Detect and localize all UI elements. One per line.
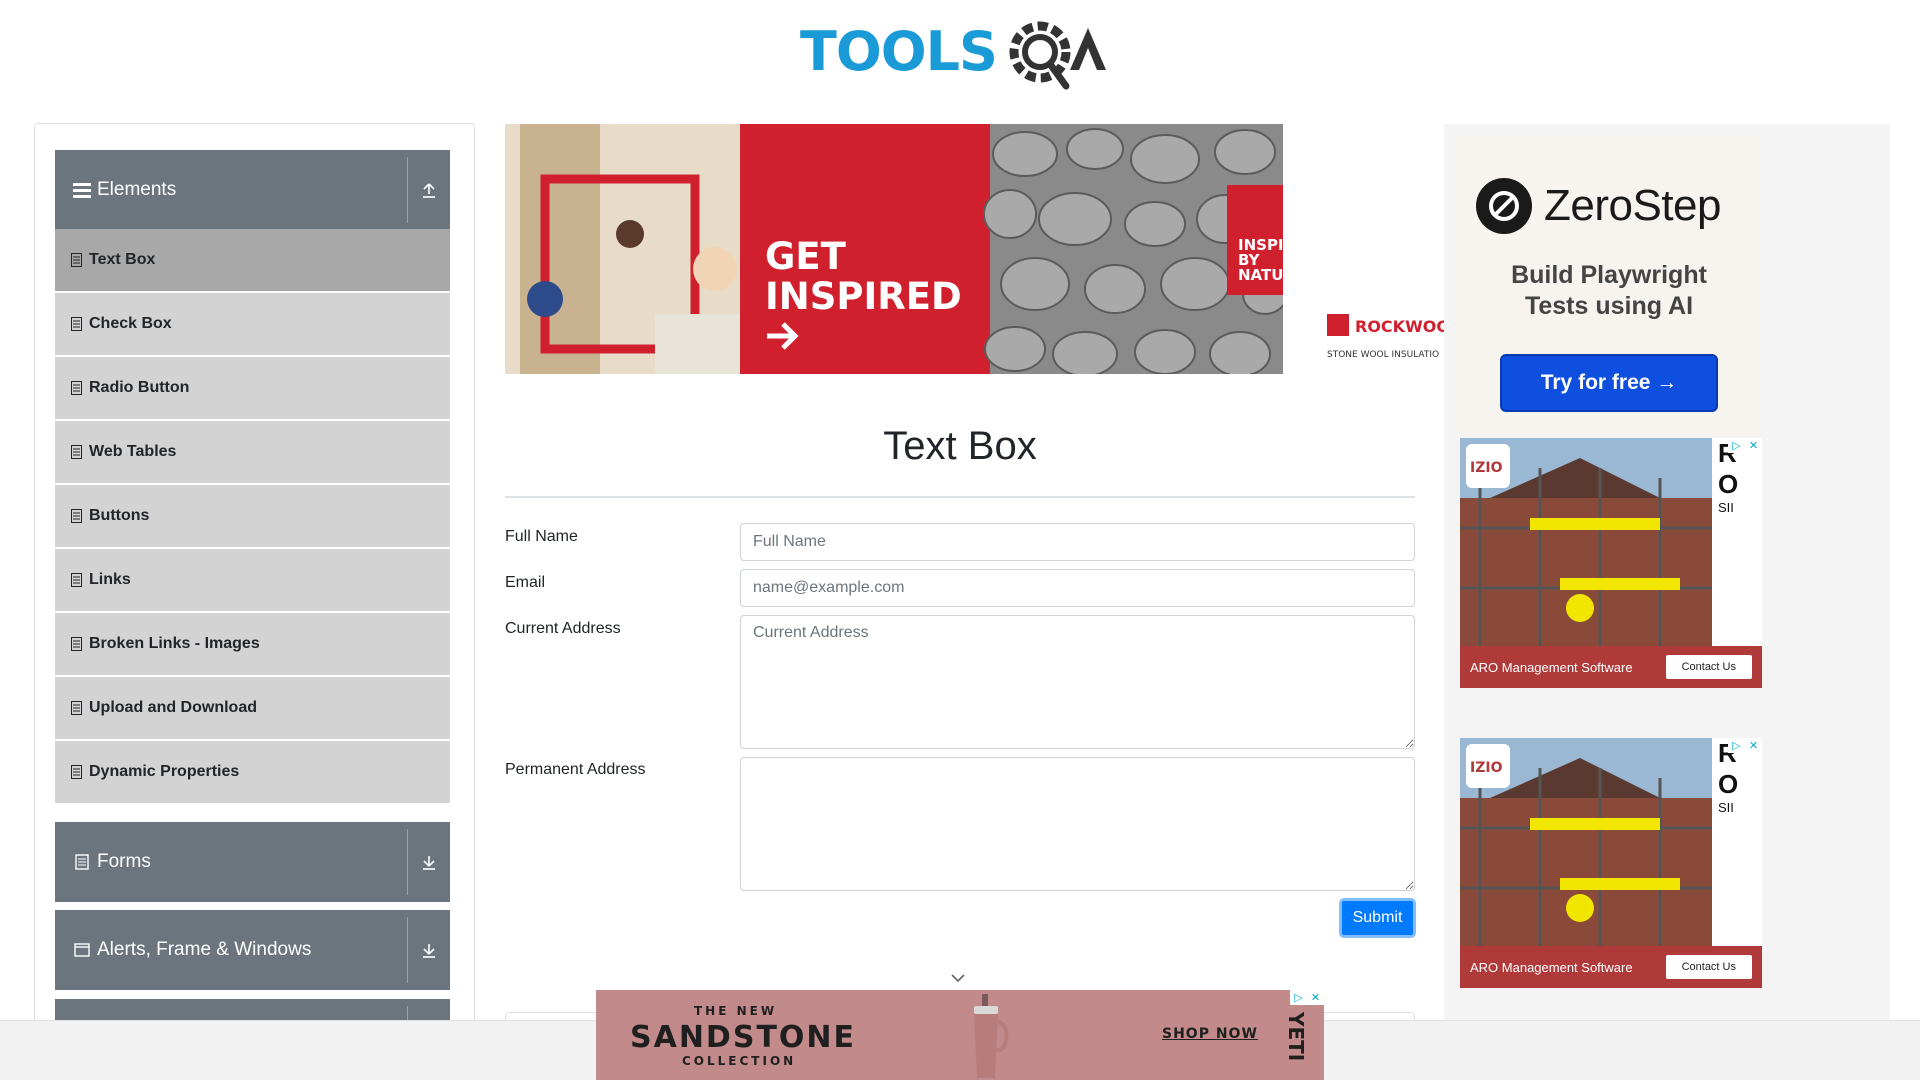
shop-now-link[interactable]: SHOP NOW: [1162, 1026, 1258, 1042]
page-title: Text Box: [883, 424, 1037, 468]
doc-icon: [69, 764, 83, 780]
menu-item-dynamic-properties[interactable]: Dynamic Properties: [55, 741, 450, 803]
contact-us-button[interactable]: Contact Us: [1665, 655, 1752, 679]
menu-item-web-tables[interactable]: Web Tables: [55, 421, 450, 483]
logo-text-tools: TOOLS: [800, 20, 997, 83]
permanent-address-input[interactable]: [740, 757, 1415, 891]
zerostep-name: ZeroStep: [1544, 181, 1721, 230]
email-label: Email: [505, 574, 546, 591]
headline-get: GET: [765, 235, 847, 278]
menu-item-label: Links: [89, 571, 131, 588]
menu-item-label: Broken Links - Images: [89, 635, 260, 652]
menu-item-upload-download[interactable]: Upload and Download: [55, 677, 450, 739]
collapse-toggle[interactable]: [408, 150, 450, 230]
group-forms[interactable]: Forms: [55, 822, 450, 902]
menu-item-check-box[interactable]: Check Box: [55, 293, 450, 355]
scaffolding-photo: IZIO: [1460, 738, 1712, 946]
download-icon: [423, 944, 435, 958]
expand-toggle[interactable]: [408, 910, 450, 990]
menu-item-label: Upload and Download: [89, 699, 257, 716]
gear-icon: [1009, 21, 1071, 90]
current-address-label: Current Address: [505, 620, 621, 637]
group-label: Forms: [97, 851, 151, 872]
ad-zerostep[interactable]: ZeroStep Build Playwright Tests using AI…: [1458, 136, 1760, 436]
menu-item-broken-links[interactable]: Broken Links - Images: [55, 613, 450, 675]
hamburger-icon: [71, 179, 93, 201]
try-for-free-button[interactable]: Try for free →: [1500, 354, 1718, 412]
menu-item-label: Text Box: [89, 251, 156, 268]
doc-icon: [69, 252, 83, 268]
chevron-down-icon[interactable]: [950, 970, 966, 988]
document-icon: [71, 851, 93, 873]
full-name-label: Full Name: [505, 528, 578, 545]
left-sidebar: Elements Text Box Check Box Radio Button…: [34, 123, 475, 1080]
doc-icon: [69, 700, 83, 716]
ad-aro-1[interactable]: IZIO R O SII ▷ ✕ ARO Management Software …: [1460, 438, 1762, 688]
upload-icon: [423, 183, 435, 198]
adchoices-icon[interactable]: ▷ ✕: [1728, 438, 1762, 453]
zerostep-tagline-2: Tests using AI: [1524, 292, 1694, 320]
menu-item-label: Web Tables: [89, 443, 177, 460]
menu-item-text-box[interactable]: Text Box: [55, 229, 450, 291]
expand-toggle[interactable]: [408, 822, 450, 902]
adchoices-icon[interactable]: ▷ ✕: [1290, 990, 1324, 1005]
doc-icon: [69, 444, 83, 460]
scaffolding-photo: IZIO: [1460, 438, 1712, 646]
menu-item-label: Check Box: [89, 315, 172, 332]
rockwool-logo-icon: [1327, 314, 1349, 336]
group-label: Elements: [97, 179, 177, 200]
logo-a-glyph: [1070, 28, 1106, 70]
email-input[interactable]: [740, 569, 1415, 607]
aro-title: ARO Management Software: [1470, 659, 1633, 675]
zerostep-tagline-1: Build Playwright: [1511, 261, 1707, 289]
adchoices-icon[interactable]: ▷ ✕: [1728, 738, 1762, 753]
full-name-input[interactable]: [740, 523, 1415, 561]
ad-line-collection: COLLECTION: [682, 1054, 797, 1068]
contact-us-button[interactable]: Contact Us: [1665, 955, 1752, 979]
elements-menu: Text Box Check Box Radio Button Web Tabl…: [55, 229, 450, 805]
menu-item-label: Dynamic Properties: [89, 763, 240, 780]
ad-aro-2[interactable]: IZIO R O SII ▷ ✕ ARO Management Software …: [1460, 738, 1762, 988]
title-divider: [505, 496, 1415, 498]
aro-title: ARO Management Software: [1470, 959, 1633, 975]
menu-item-buttons[interactable]: Buttons: [55, 485, 450, 547]
ad-line-sandstone: SANDSTONE: [630, 1020, 857, 1055]
ad-line-the-new: THE NEW: [694, 1004, 778, 1018]
zerostep-logo-icon: [1476, 178, 1532, 234]
doc-icon: [69, 508, 83, 524]
brand-subtitle: STONE WOOL INSULATIO: [1327, 350, 1439, 360]
doc-icon: [69, 380, 83, 396]
submit-button[interactable]: Submit: [1339, 898, 1416, 938]
menu-item-label: Radio Button: [89, 379, 190, 396]
window-icon: [71, 939, 93, 961]
brand-rockwool: ROCKWOO: [1355, 317, 1445, 336]
yeti-logo: YETI: [1284, 1012, 1308, 1062]
doc-icon: [69, 636, 83, 652]
menu-item-links[interactable]: Links: [55, 549, 450, 611]
site-header: TOOLS: [0, 0, 1920, 110]
svg-text:IZIO: IZIO: [1470, 760, 1503, 776]
menu-item-label: Buttons: [89, 507, 150, 524]
download-icon: [423, 856, 435, 870]
doc-icon: [69, 572, 83, 588]
group-label: Alerts, Frame & Windows: [97, 939, 312, 960]
ad-yeti-sandstone[interactable]: THE NEW SANDSTONE COLLECTION SHOP NOW YE…: [596, 990, 1324, 1080]
toolsqa-logo[interactable]: TOOLS: [800, 14, 1125, 94]
doc-icon: [69, 316, 83, 332]
tumbler-image: [974, 994, 1009, 1078]
headline-inspired: INSPIRED: [765, 275, 962, 318]
group-alerts-frame-windows[interactable]: Alerts, Frame & Windows: [55, 910, 450, 990]
banner-ad-rockwool[interactable]: GET INSPIRED INSPIRED BY NATURE. ROCKWOO…: [505, 124, 1445, 374]
menu-item-radio-button[interactable]: Radio Button: [55, 357, 450, 419]
permanent-address-label: Permanent Address: [505, 761, 646, 778]
group-elements[interactable]: Elements: [55, 150, 450, 230]
svg-text:IZIO: IZIO: [1470, 460, 1503, 476]
current-address-input[interactable]: [740, 615, 1415, 749]
